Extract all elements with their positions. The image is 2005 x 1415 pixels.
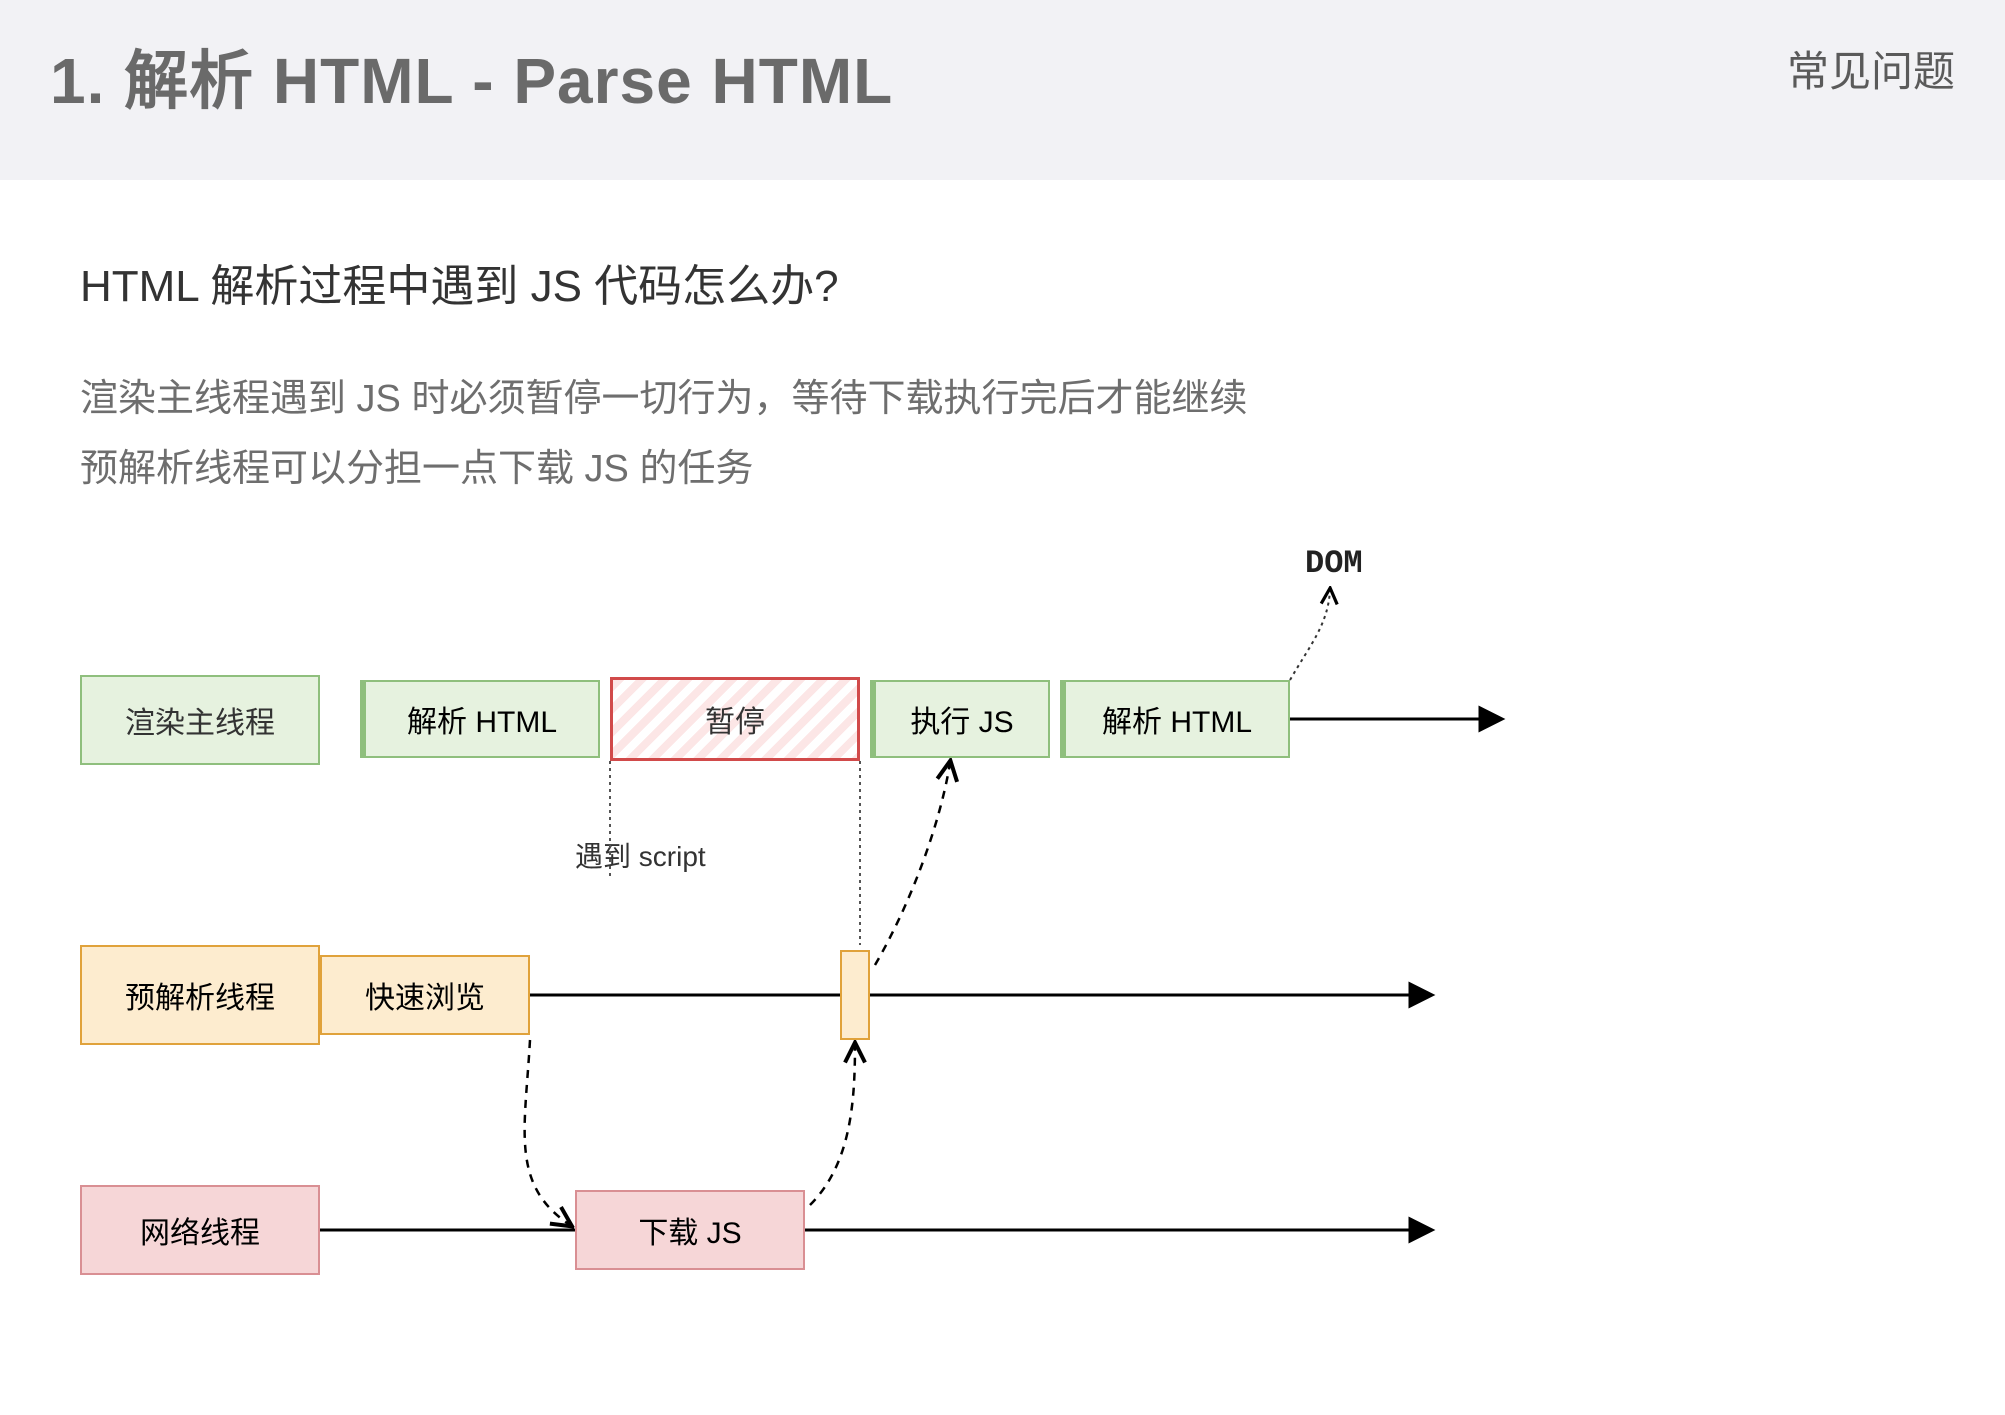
description: 渲染主线程遇到 JS 时必须暂停一切行为，等待下载执行完后才能继续 预解析线程可… [80,364,1925,505]
arrow-quickscan-to-download [525,1040,570,1225]
dom-arrow [1290,590,1330,680]
slide-title: 1. 解析 HTML - Parse HTML [50,30,893,122]
description-line-2: 预解析线程可以分担一点下载 JS 的任务 [80,434,1925,504]
diagram-svg [80,545,1780,1345]
arrow-download-to-preparse [810,1045,855,1205]
description-line-1: 渲染主线程遇到 JS 时必须暂停一切行为，等待下载执行完后才能继续 [80,364,1925,434]
slide-header: 1. 解析 HTML - Parse HTML 常见问题 [0,0,2005,180]
question-text: HTML 解析过程中遇到 JS 代码怎么办? [80,250,1925,314]
slide-tag: 常见问题 [1787,38,1955,99]
timeline-diagram: 渲染主线程 预解析线程 网络线程 解析 HTML 暂停 执行 JS 解析 HTM… [80,545,1780,1345]
slide-content: HTML 解析过程中遇到 JS 代码怎么办? 渲染主线程遇到 JS 时必须暂停一… [0,180,2005,1415]
arrow-preparse-to-execjs [875,763,950,965]
